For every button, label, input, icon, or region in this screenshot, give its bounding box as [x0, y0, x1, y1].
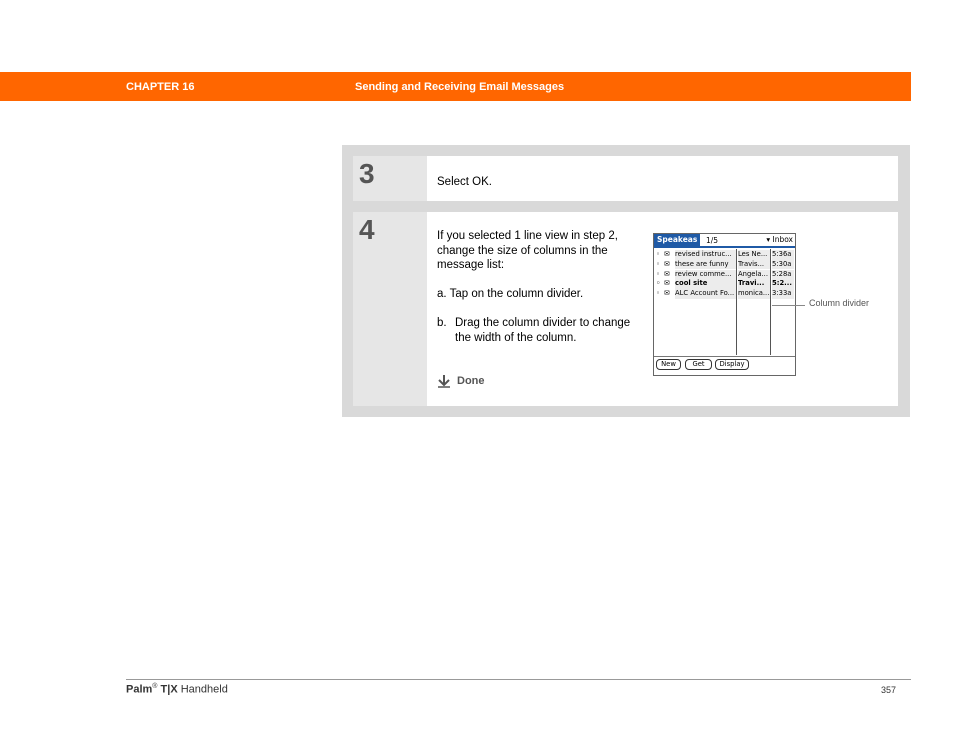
column-divider — [736, 249, 737, 355]
message-time: 5:36a — [772, 250, 794, 260]
message-sender: Les Ne... — [738, 250, 770, 260]
palm-message-row: ◦ ✉ ALC Account Fo... monica... 3:33a — [654, 289, 795, 299]
unread-dot-icon: ◦ — [656, 279, 661, 288]
done-indicator: Done — [437, 374, 485, 388]
envelope-icon: ✉ — [664, 279, 670, 288]
envelope-icon: ✉ — [664, 289, 670, 298]
chapter-header-bar: CHAPTER 16 Sending and Receiving Email M… — [0, 72, 911, 101]
palm-message-row: ◦ ✉ review comme... Angela... 5:28a — [654, 269, 795, 280]
chapter-title: Sending and Receiving Email Messages — [355, 81, 565, 93]
message-subject: these are funny — [675, 259, 736, 270]
unread-dot-icon: ◦ — [656, 289, 661, 298]
message-time: 3:33a — [772, 289, 794, 299]
step-number: 4 — [359, 214, 375, 245]
substep-a: a. Tap on the column divider. — [437, 288, 584, 300]
page-number: 357 — [881, 685, 897, 695]
step-body: Select OK. — [427, 156, 898, 201]
step-number-cell: 3 — [353, 156, 427, 201]
message-time: 5:30a — [772, 259, 794, 270]
palm-get-button: Get — [685, 359, 712, 370]
palm-message-row: ◦ ✉ these are funny Travis... 5:30a — [654, 259, 795, 270]
palm-title-underline — [654, 246, 795, 248]
footer-model: T|X — [160, 683, 178, 696]
palm-display-button: Display — [715, 359, 749, 370]
palm-message-count: 1/5 — [706, 236, 719, 245]
footer-brand-name: Palm — [126, 683, 153, 696]
message-subject: ALC Account Fo... — [675, 289, 736, 299]
message-sender: Angela... — [738, 269, 770, 280]
step-3: 3 Select OK. — [353, 156, 898, 201]
message-time: 5:2... — [772, 279, 794, 289]
footer-rule — [126, 679, 911, 680]
step-intro-text: If you selected 1 line view in step 2, c… — [437, 230, 618, 271]
registered-mark: ® — [152, 683, 158, 690]
message-sender: Travi... — [738, 279, 770, 289]
palm-message-row: ◦ ✉ revised instruc... Les Ne... 5:36a — [654, 250, 795, 260]
message-subject: cool site — [675, 279, 736, 289]
substep-b: b. Drag the column divider to change the… — [437, 316, 637, 345]
unread-dot-icon: ◦ — [656, 269, 661, 278]
step-number: 3 — [359, 158, 375, 189]
step-4: 4 If you selected 1 line view in step 2,… — [353, 212, 898, 406]
column-divider — [770, 249, 771, 355]
palm-message-row: ◦ ✉ cool site Travi... 5:2... — [654, 279, 795, 289]
message-subject: revised instruc... — [675, 250, 736, 260]
message-subject: review comme... — [675, 269, 736, 280]
callout-label: Column divider — [809, 298, 870, 308]
step-body: If you selected 1 line view in step 2, c… — [427, 212, 898, 406]
down-arrow-icon — [438, 375, 450, 388]
footer-product: Handheld — [180, 683, 228, 696]
unread-dot-icon: ◦ — [656, 250, 661, 258]
attachment-envelope-icon: ✉ — [664, 250, 670, 258]
step-number-cell: 4 — [353, 212, 427, 406]
message-sender: Travis... — [738, 259, 770, 270]
substep-b-marker: b. — [437, 317, 447, 329]
palm-app-name: Speakeas — [654, 234, 701, 246]
steps-panel: 3 Select OK. 4 If you selected 1 line vi… — [342, 145, 910, 417]
palm-new-button: New — [656, 359, 681, 370]
unread-dot-icon: ◦ — [656, 259, 661, 268]
step-text: Select OK. — [437, 176, 492, 188]
attachment-envelope-icon: ✉ — [664, 259, 670, 268]
message-sender: monica... — [738, 289, 770, 299]
substep-b-text: Drag the column divider to change the wi… — [455, 317, 631, 344]
chapter-label: CHAPTER 16 — [126, 81, 195, 93]
message-time: 5:28a — [772, 269, 794, 280]
done-label: Done — [457, 375, 485, 387]
palm-folder-selector: ▾ Inbox — [766, 235, 793, 244]
palm-footer-line — [654, 356, 795, 357]
footer-brand: Palm® T|X Handheld — [126, 683, 228, 696]
envelope-icon: ✉ — [664, 269, 670, 278]
callout-leader-line — [772, 305, 805, 306]
